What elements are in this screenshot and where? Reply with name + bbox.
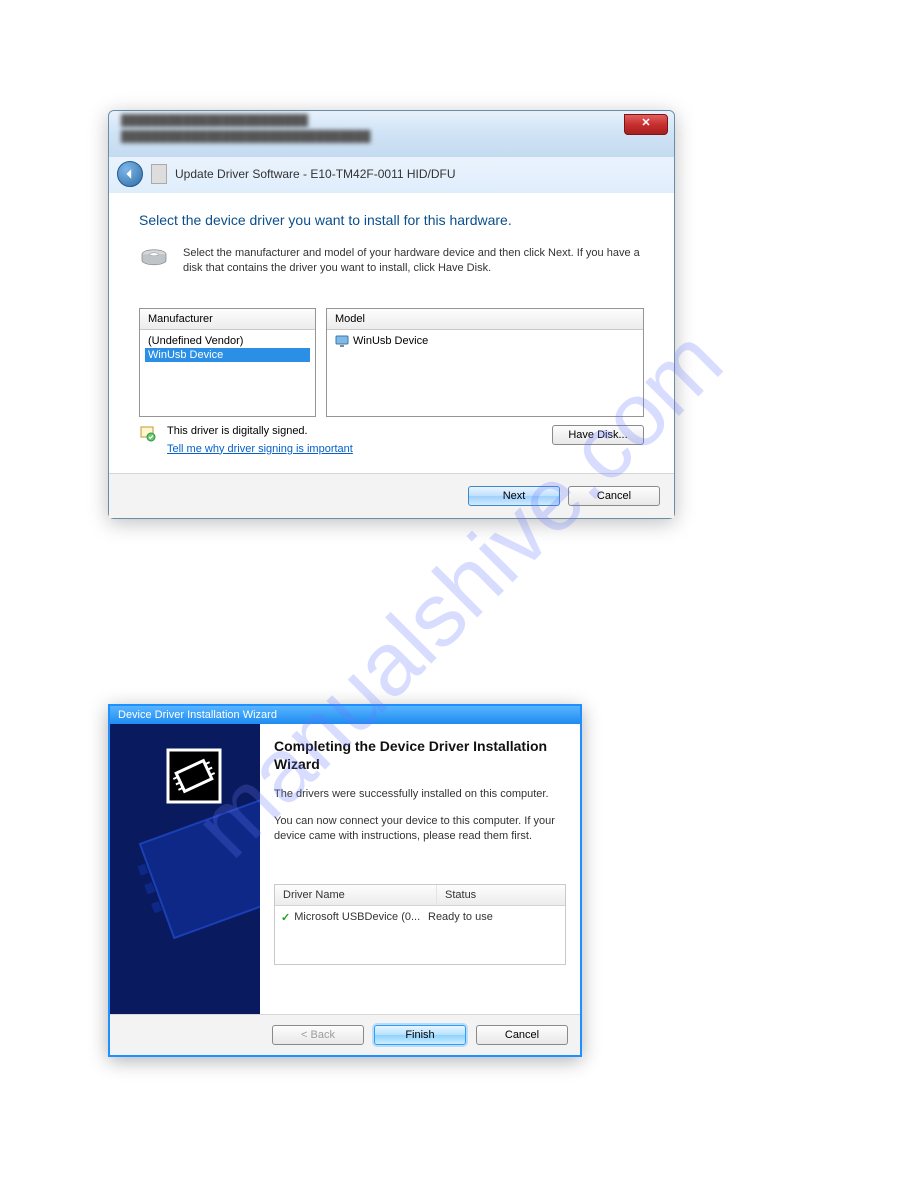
driver-name-text: Microsoft USBDevice (0... (294, 911, 420, 923)
signed-left: This driver is digitally signed. Tell me… (139, 425, 353, 455)
col-driver-name: Driver Name (275, 885, 437, 905)
have-disk-button[interactable]: Have Disk... (552, 425, 644, 445)
signed-text: This driver is digitally signed. (167, 425, 308, 437)
window2-footer: < Back Finish Cancel (110, 1014, 580, 1055)
col-status: Status (437, 885, 484, 905)
wizard-side-image (110, 724, 260, 1014)
manufacturer-item-winusb[interactable]: WinUsb Device (145, 348, 310, 362)
signing-info-link[interactable]: Tell me why driver signing is important (167, 443, 353, 455)
model-list: Model WinUsb Device (326, 308, 644, 417)
window1-title: Update Driver Software - E10-TM42F-0011 … (175, 167, 456, 181)
close-button[interactable]: ✕ (624, 114, 668, 135)
finish-button[interactable]: Finish (374, 1025, 466, 1045)
instructions-text: Select the manufacturer and model of you… (183, 246, 644, 276)
installation-wizard-window: Device Driver Installation Wizard (108, 704, 582, 1057)
lists-row: Manufacturer (Undefined Vendor) WinUsb D… (139, 308, 644, 417)
certificate-icon (139, 425, 157, 443)
device-icon (151, 164, 167, 184)
model-item-label: WinUsb Device (353, 335, 428, 347)
chip-box-icon (110, 724, 260, 1014)
window2-title: Device Driver Installation Wizard (110, 706, 580, 724)
redacted-text-2: ████████████████████████████████ (109, 127, 674, 143)
wizard-cancel-button[interactable]: Cancel (476, 1025, 568, 1045)
manufacturer-list: Manufacturer (Undefined Vendor) WinUsb D… (139, 308, 316, 417)
instructions-row: Select the manufacturer and model of you… (139, 246, 644, 276)
select-driver-heading: Select the device driver you want to ins… (139, 212, 644, 228)
checkmark-icon: ✓ (281, 911, 290, 924)
success-text: The drivers were successfully installed … (274, 787, 566, 802)
window1-body: Select the device driver you want to ins… (109, 194, 674, 473)
signed-info: This driver is digitally signed. Tell me… (167, 425, 353, 455)
redacted-text-1: ████████████████████████ (109, 111, 674, 127)
monitor-icon (335, 335, 349, 347)
wizard-content: Completing the Device Driver Installatio… (260, 724, 580, 1014)
arrow-left-icon (124, 168, 136, 180)
cell-status: Ready to use (428, 911, 493, 923)
driver-table-body: ✓ Microsoft USBDevice (0... Ready to use (275, 906, 565, 964)
update-driver-window: ████████████████████████ ███████████████… (108, 110, 675, 519)
table-row: ✓ Microsoft USBDevice (0... Ready to use (275, 910, 565, 925)
signed-row: This driver is digitally signed. Tell me… (139, 425, 644, 455)
window1-footer: Next Cancel (109, 473, 674, 518)
driver-table-head: Driver Name Status (275, 885, 565, 906)
back-button: < Back (272, 1025, 364, 1045)
manufacturer-header: Manufacturer (140, 309, 315, 330)
window1-titlebar: ████████████████████████ ███████████████… (109, 111, 674, 164)
manufacturer-body: (Undefined Vendor) WinUsb Device (140, 330, 315, 416)
hard-drive-icon (139, 246, 169, 270)
nav-bar: Update Driver Software - E10-TM42F-0011 … (109, 157, 674, 193)
cancel-button[interactable]: Cancel (568, 486, 660, 506)
completion-heading: Completing the Device Driver Installatio… (274, 738, 566, 773)
model-header: Model (327, 309, 643, 330)
cell-driver-name: ✓ Microsoft USBDevice (0... (281, 911, 428, 924)
model-body: WinUsb Device (327, 330, 643, 416)
back-icon-button[interactable] (117, 161, 143, 187)
connect-text: You can now connect your device to this … (274, 814, 566, 844)
manufacturer-item-undefined[interactable]: (Undefined Vendor) (145, 334, 310, 348)
window2-body: Completing the Device Driver Installatio… (110, 724, 580, 1014)
next-button[interactable]: Next (468, 486, 560, 506)
driver-table: Driver Name Status ✓ Microsoft USBDevice… (274, 884, 566, 965)
model-item-winusb[interactable]: WinUsb Device (332, 334, 638, 348)
